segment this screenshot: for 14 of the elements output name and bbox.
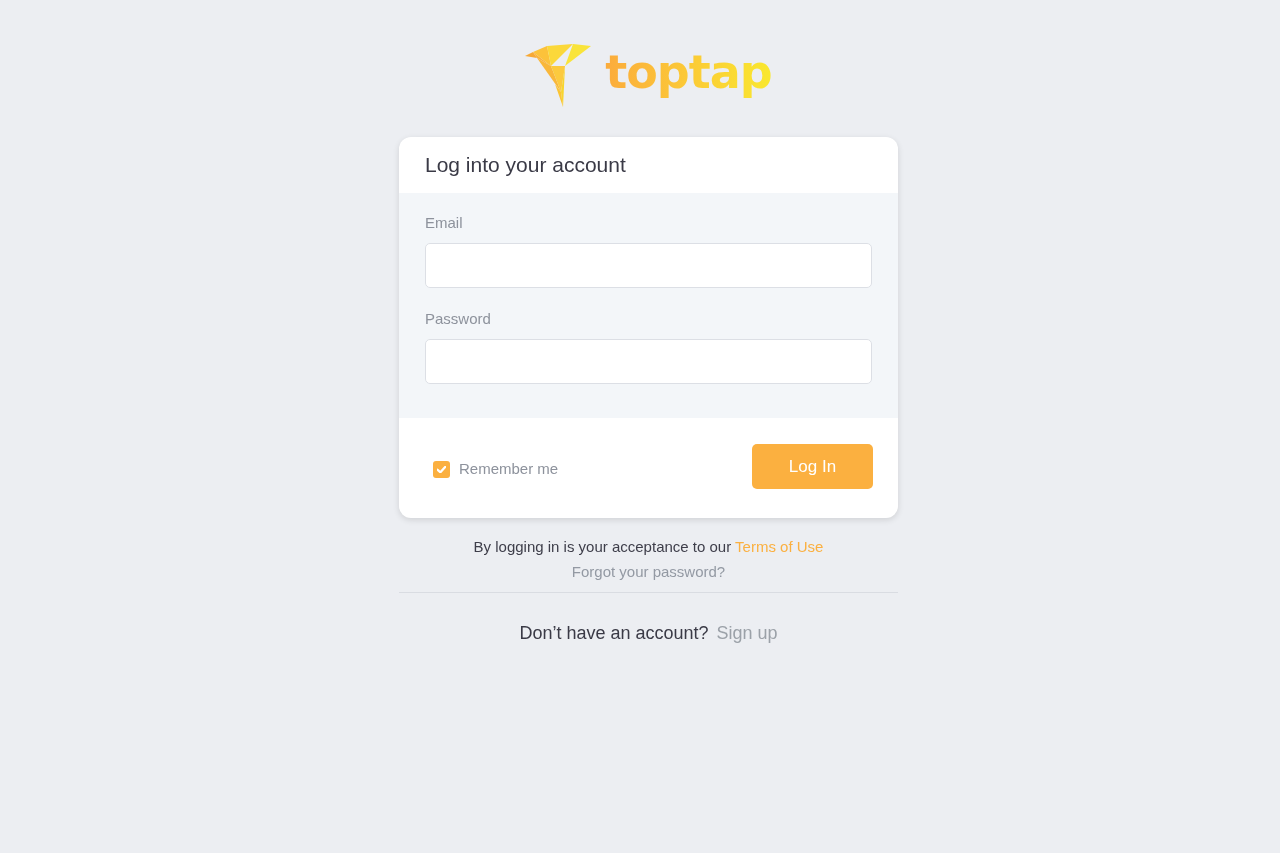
- checkbox[interactable]: [433, 461, 450, 478]
- card-title: Log into your account: [425, 152, 626, 179]
- field-label: Password: [425, 309, 491, 329]
- terms-of-use-link[interactable]: Terms of Use: [735, 538, 824, 555]
- forgot-password-link[interactable]: Forgot your password?: [571, 562, 726, 582]
- remember-me-label: Remember me: [459, 459, 559, 480]
- no-account-text: Don’t have an account?: [519, 622, 709, 645]
- input-field[interactable]: [425, 243, 872, 288]
- terms-notice: By logging in is your acceptance to our Terms of Use: [473, 537, 824, 557]
- check-icon: [437, 466, 446, 473]
- log-in-button[interactable]: Log In: [752, 444, 873, 489]
- field-label: Email: [425, 213, 463, 233]
- sign-up-link[interactable]: Sign up: [716, 620, 778, 647]
- input-field[interactable]: [425, 339, 872, 384]
